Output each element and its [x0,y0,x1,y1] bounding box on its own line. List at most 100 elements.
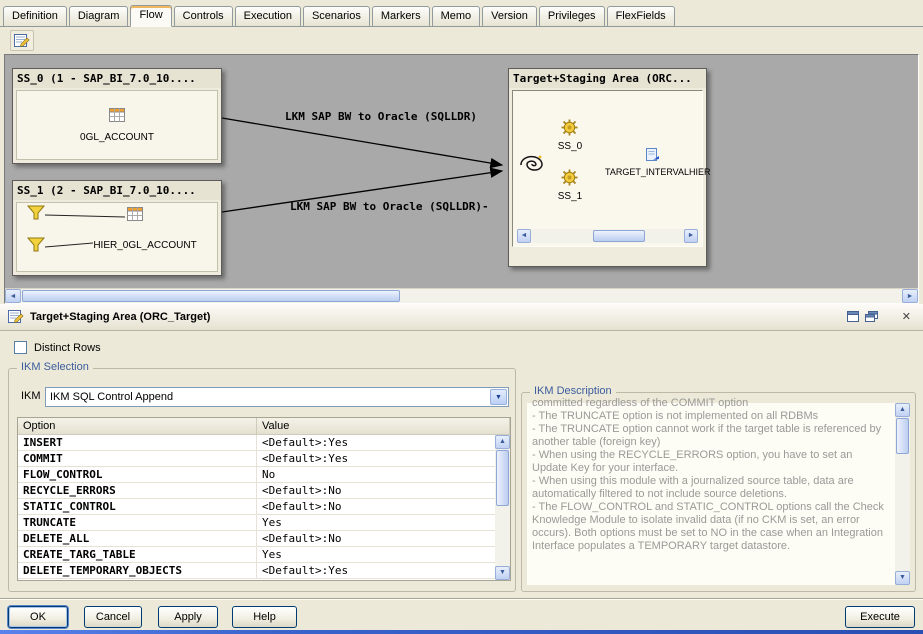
options-table-body: INSERT <Default>:Yes COMMIT <Default>:Yes FL… [18,435,495,580]
diagram-hscrollbar[interactable]: ◄ ► [5,288,918,303]
scroll-right-button[interactable]: ► [684,229,698,243]
distinct-rows-checkbox[interactable] [14,341,27,354]
ok-button[interactable]: OK [8,606,68,628]
datastore-0gl-account[interactable]: 0GL_ACCOUNT [17,91,217,159]
source-set-ss0[interactable] [561,119,578,139]
float-panel-button[interactable] [865,311,878,325]
close-panel-button[interactable]: ✕ [902,310,911,323]
ikm-selection-legend: IKM Selection [17,361,93,373]
lkm-label-top[interactable]: LKM SAP BW to Oracle (SQLLDR) [285,110,477,123]
diagram-canvas[interactable]: SS_0 (1 - SAP_BI_7.0_10.... 0GL_ACCOUNT … [5,55,918,288]
tab-version[interactable]: Version [482,6,537,27]
option-row[interactable]: DELETE_ALL <Default>:No [18,531,495,547]
option-value-cell: Yes [262,548,282,561]
flow-diagram: SS_0 (1 - SAP_BI_7.0_10.... 0GL_ACCOUNT … [4,54,919,304]
flow-spiral-icon[interactable] [517,151,547,180]
scroll-right-button[interactable]: ► [902,289,918,303]
panel-title: Target+Staging Area (ORC_Target) [30,311,211,323]
description-line: - The TRUNCATE option is not implemented… [532,410,819,422]
source-box-ss0[interactable]: SS_0 (1 - SAP_BI_7.0_10.... 0GL_ACCOUNT [12,68,222,164]
target-box-title: Target+Staging Area (ORC... [509,69,706,88]
ikm-description-text: committed regardless of the COMMIT optio… [532,397,888,585]
ikm-combobox-value: IKM SQL Control Append [50,391,174,403]
scroll-left-button[interactable]: ◄ [517,229,531,243]
filter-icon[interactable] [26,205,46,224]
cancel-button[interactable]: Cancel [84,606,142,628]
ikm-description-area: committed regardless of the COMMIT optio… [527,397,910,585]
option-value-cell: <Default>:No [262,484,342,497]
option-name-cell: DELETE_ALL [18,531,257,546]
tab-scenarios[interactable]: Scenarios [302,6,370,27]
column-header-value[interactable]: Value [257,418,510,435]
option-name-cell: COMMIT [18,451,257,466]
scrollbar-thumb[interactable] [496,450,509,506]
properties-tool-button[interactable] [10,30,34,51]
scroll-down-button[interactable]: ▼ [495,566,510,580]
options-table-header: Option Value [18,418,510,435]
option-row[interactable]: CREATE_TARG_TABLE Yes [18,547,495,563]
option-name-cell: CREATE_TARG_TABLE [18,547,257,562]
distinct-rows-label: Distinct Rows [34,341,101,354]
tab-execution[interactable]: Execution [234,6,301,27]
target-datastore-icon[interactable] [645,147,661,166]
source-set-ss0-label: SS_0 [557,141,583,152]
filter-icon[interactable] [26,237,46,256]
apply-button[interactable]: Apply [158,606,218,628]
lkm-label-bottom[interactable]: LKM SAP BW to Oracle (SQLLDR)- [290,200,489,213]
source-box-ss1-body: HIER_0GL_ACCOUNT [16,202,218,272]
source-set-ss1[interactable] [561,169,578,189]
tab-flexfields[interactable]: FlexFields [606,6,675,27]
tab-flow[interactable]: Flow [130,5,172,27]
source-box-ss0-body: 0GL_ACCOUNT [16,90,218,160]
option-name-cell: RECYCLE_ERRORS [18,483,257,498]
source-box-ss1[interactable]: SS_1 (2 - SAP_BI_7.0_10.... HIER_0GL_ACC… [12,180,222,276]
options-table: Option Value INSERT <Default>:Yes COMMIT <D… [17,417,511,581]
option-row[interactable]: INSERT <Default>:Yes [18,435,495,451]
tab-controls[interactable]: Controls [173,6,233,27]
combo-dropdown-arrow-icon[interactable]: ▼ [490,389,507,405]
panel-properties-icon [8,309,24,327]
target-datastore-label: TARGET_INTERVALHIER [605,167,711,177]
column-header-option[interactable]: Option [18,418,257,435]
ikm-combobox[interactable]: IKM SQL Control Append ▼ [45,387,509,407]
help-button[interactable]: Help [232,606,297,628]
datastore-label: HIER_0GL_ACCOUNT [93,240,197,251]
description-vscrollbar[interactable]: ▲ ▼ [895,403,910,585]
description-line: - The TRUNCATE option cannot work if the… [532,423,882,448]
option-row[interactable]: DELETE_TEMPORARY_OBJECTS <Default>:Yes [18,563,495,579]
scrollbar-thumb[interactable] [896,418,909,454]
options-table-vscrollbar[interactable]: ▲ ▼ [495,435,510,580]
restore-panel-button[interactable] [847,311,859,325]
target-box-hscrollbar[interactable]: ◄ ► [517,229,698,243]
tab-markers[interactable]: Markers [371,6,430,27]
description-line: - The FLOW_CONTROL and STATIC_CONTROL op… [532,501,884,552]
scroll-left-button[interactable]: ◄ [5,289,21,303]
option-name-cell: STATIC_CONTROL [18,499,257,514]
target-staging-box[interactable]: Target+Staging Area (ORC... SS_0 SS_1 TA… [508,68,711,267]
scroll-down-button[interactable]: ▼ [895,571,910,585]
ikm-description-legend: IKM Description [530,385,616,397]
tab-memo[interactable]: Memo [431,6,481,27]
option-value-cell: <Default>:No [262,532,342,545]
scroll-up-button[interactable]: ▲ [895,403,910,417]
execute-button[interactable]: Execute [845,606,915,628]
tab-definition[interactable]: Definition [3,6,67,27]
button-bar-separator [0,598,923,600]
option-row[interactable]: STATIC_CONTROL <Default>:No [18,499,495,515]
scrollbar-thumb[interactable] [22,290,400,302]
option-row[interactable]: COMMIT <Default>:Yes [18,451,495,467]
ikm-description-group: IKM Description committed regardless of … [521,385,916,592]
option-row[interactable]: FLOW_CONTROL No [18,467,495,483]
option-row[interactable]: RECYCLE_ERRORS <Default>:No [18,483,495,499]
tab-diagram[interactable]: Diagram [68,6,129,27]
option-name-cell: FLOW_CONTROL [18,467,257,482]
option-row[interactable]: TRUNCATE Yes [18,515,495,531]
scroll-up-button[interactable]: ▲ [495,435,510,449]
tab-privileges[interactable]: Privileges [538,6,605,27]
source-box-ss1-title: SS_1 (2 - SAP_BI_7.0_10.... [13,181,221,200]
datastore-icon[interactable] [127,207,143,224]
scrollbar-thumb[interactable] [593,230,645,242]
ikm-field-label: IKM [21,390,41,402]
properties-icon [14,34,30,51]
source-set-ss1-label: SS_1 [557,191,583,202]
